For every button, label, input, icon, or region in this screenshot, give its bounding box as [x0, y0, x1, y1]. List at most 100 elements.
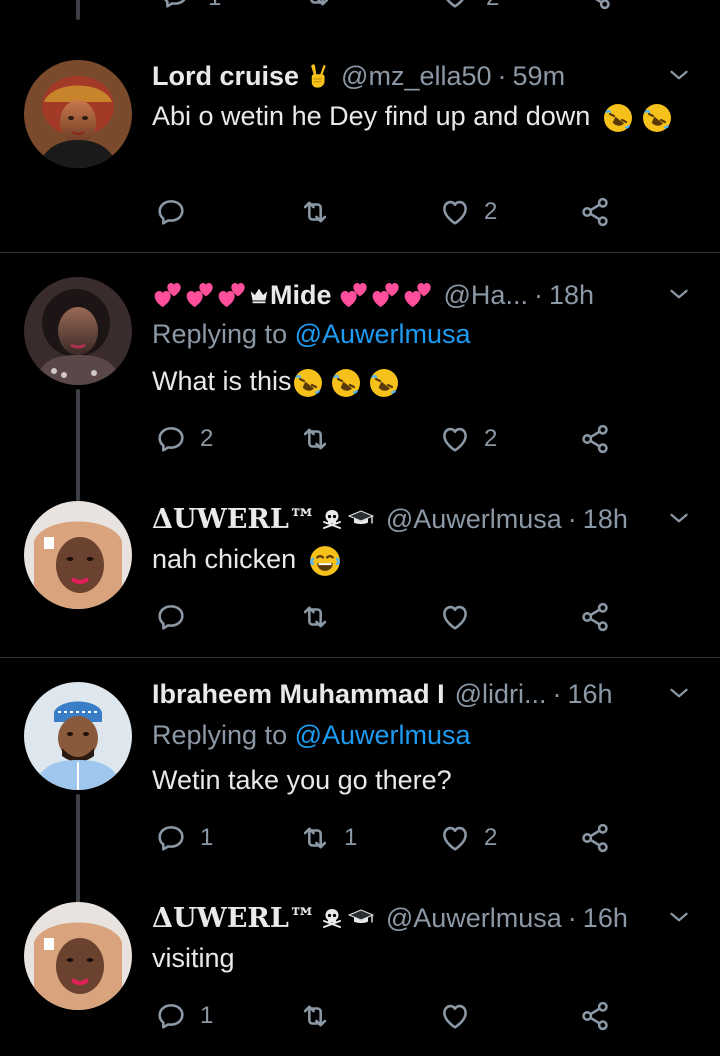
user-handle[interactable]: @mz_ella50: [341, 61, 491, 92]
like-button[interactable]: [438, 597, 484, 637]
tweet-header: ΔUWERL™ @Auwerlmusa · 18h: [152, 499, 646, 539]
share-button[interactable]: [578, 996, 612, 1036]
like-button[interactable]: [438, 996, 484, 1036]
share-icon: [578, 600, 612, 634]
chevron-down-icon[interactable]: [666, 505, 692, 531]
avatar[interactable]: [24, 277, 132, 385]
reply-button[interactable]: [154, 192, 200, 232]
like-button[interactable]: 2: [438, 419, 497, 459]
mention-link[interactable]: @Auwerlmusa: [295, 720, 471, 750]
share-icon[interactable]: [580, 0, 614, 12]
timestamp[interactable]: 18h: [583, 504, 628, 535]
replying-to: Replying to @Auwerlmusa: [152, 319, 471, 350]
share-button[interactable]: [578, 597, 612, 637]
skull-crossbones-emoji-icon: [320, 507, 344, 531]
chevron-down-icon[interactable]: [666, 904, 692, 930]
like-button[interactable]: 2: [438, 192, 497, 232]
graduation-cap-emoji-icon: [346, 906, 376, 930]
tweet-2[interactable]: Mide @Ha... · 18h Replying to @Auwerlmus…: [0, 253, 720, 658]
two-hearts-emoji-icon: [216, 279, 248, 311]
tweet-actions: [152, 597, 632, 637]
reply-icon: [154, 195, 188, 229]
share-button[interactable]: [578, 192, 612, 232]
retweet-icon: [298, 999, 332, 1033]
avatar[interactable]: [24, 60, 132, 168]
reply-count: 1: [200, 824, 214, 851]
replying-to: Replying to @Auwerlmusa: [152, 720, 471, 751]
display-name[interactable]: Ibraheem Muhammad I: [152, 679, 445, 710]
like-count: 2: [484, 824, 498, 851]
share-button[interactable]: [578, 419, 612, 459]
user-handle[interactable]: @Auwerlmusa: [386, 504, 562, 535]
like-button[interactable]: 2: [438, 818, 497, 858]
tweet-text: What is this: [152, 361, 680, 401]
replying-to-label: Replying to: [152, 720, 288, 750]
two-hearts-emoji-icon: [402, 279, 434, 311]
retweet-button[interactable]: [298, 419, 344, 459]
retweet-button[interactable]: 1: [298, 818, 357, 858]
avatar[interactable]: [24, 682, 132, 790]
chevron-down-icon[interactable]: [666, 281, 692, 307]
reply-icon: [154, 422, 188, 456]
chevron-down-icon[interactable]: [666, 680, 692, 706]
user-handle[interactable]: @Ha...: [444, 280, 528, 311]
like-icon: [438, 600, 472, 634]
tweet-actions: 1 1 2: [152, 818, 632, 858]
avatar[interactable]: [24, 501, 132, 609]
tweet-actions: 2 2: [152, 419, 632, 459]
reply-icon: [154, 600, 188, 634]
tweet-4[interactable]: Ibraheem Muhammad I @lidri... · 16h Repl…: [0, 658, 720, 1056]
timestamp[interactable]: 16h: [583, 903, 628, 934]
rofl-emoji-icon: [292, 367, 324, 399]
retweet-button[interactable]: [298, 597, 344, 637]
tweet-1[interactable]: Lord cruise @mz_ella50 · 59m Abi o wetin…: [0, 0, 720, 253]
reply-button[interactable]: 2: [154, 419, 213, 459]
tweet-text: Abi o wetin he Dey find up and down: [152, 96, 680, 136]
reply-button[interactable]: [154, 597, 200, 637]
retweet-count: 1: [344, 824, 358, 851]
reply-count: 2: [200, 425, 214, 452]
tweet-text-content: visiting: [152, 943, 235, 973]
retweet-icon[interactable]: [300, 0, 334, 12]
rofl-emoji-icon: [368, 367, 400, 399]
reply-icon: [154, 821, 188, 855]
like-count: 2: [486, 0, 499, 12]
separator-dot: ·: [552, 678, 562, 709]
rofl-emoji-icon: [641, 102, 673, 134]
timestamp[interactable]: 18h: [549, 280, 594, 311]
replying-to-label: Replying to: [152, 319, 288, 349]
retweet-button[interactable]: [298, 192, 344, 232]
reply-button[interactable]: 1: [154, 818, 213, 858]
share-icon: [578, 821, 612, 855]
share-button[interactable]: [578, 818, 612, 858]
separator-dot: ·: [533, 279, 543, 310]
display-name[interactable]: ΔUWERL™: [152, 903, 316, 934]
display-name[interactable]: Lord cruise: [152, 61, 299, 92]
graduation-cap-emoji-icon: [346, 507, 376, 531]
like-icon[interactable]: [438, 0, 472, 12]
thread-connector: [76, 794, 80, 906]
reply-icon[interactable]: [158, 0, 192, 12]
thread-connector: [76, 0, 80, 18]
like-icon: [438, 999, 472, 1033]
like-count: 2: [484, 198, 498, 225]
timestamp[interactable]: 59m: [513, 61, 566, 92]
like-icon: [438, 422, 472, 456]
retweet-icon: [298, 195, 332, 229]
display-name[interactable]: ΔUWERL™: [152, 504, 316, 535]
share-icon: [578, 422, 612, 456]
avatar[interactable]: [24, 902, 132, 1010]
chevron-down-icon[interactable]: [666, 62, 692, 88]
display-name[interactable]: Mide: [270, 280, 332, 311]
retweet-button[interactable]: [298, 996, 344, 1036]
user-handle[interactable]: @lidri...: [455, 679, 547, 710]
tweet-text-content: nah chicken: [152, 544, 297, 574]
timestamp[interactable]: 16h: [568, 679, 613, 710]
victory-hand-emoji-icon: [303, 62, 331, 90]
separator-dot: ·: [567, 503, 577, 534]
mention-link[interactable]: @Auwerlmusa: [295, 319, 471, 349]
tweet-text: Wetin take you go there?: [152, 760, 680, 800]
tweet-text-content: What is this: [152, 366, 292, 396]
reply-button[interactable]: 1: [154, 996, 213, 1036]
user-handle[interactable]: @Auwerlmusa: [386, 903, 562, 934]
